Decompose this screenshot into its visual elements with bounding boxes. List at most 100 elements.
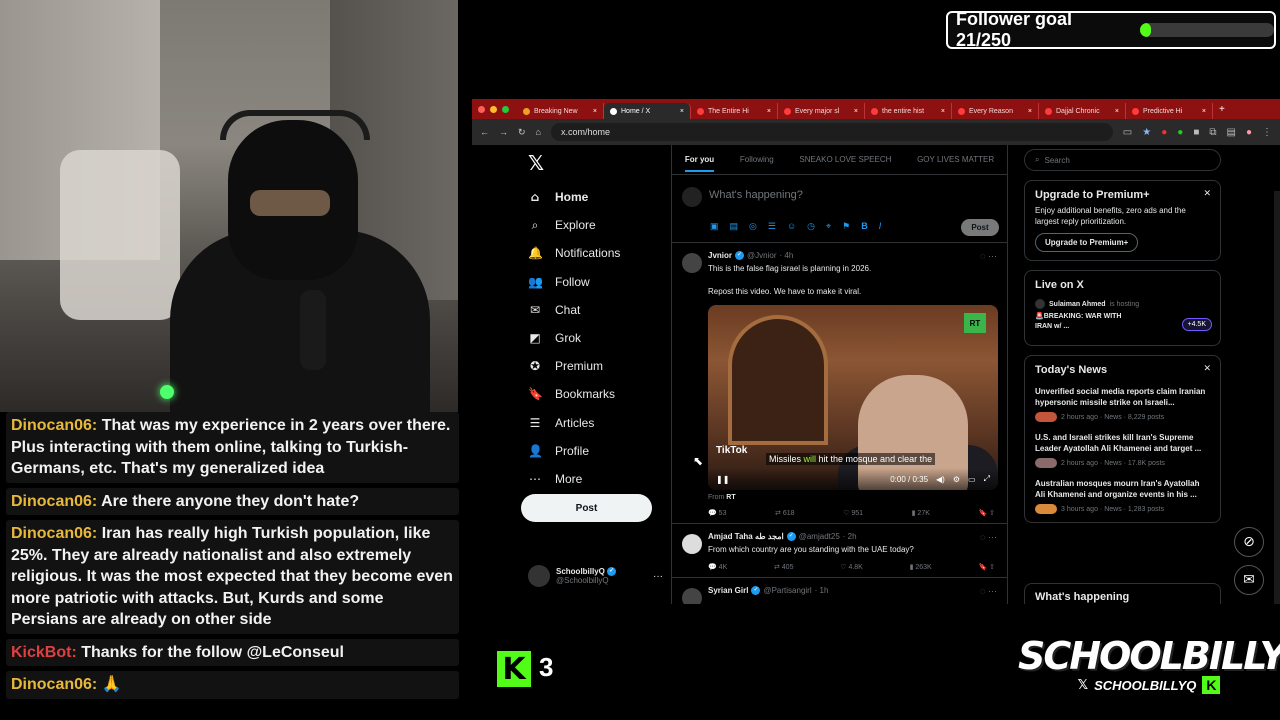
compose-post-button[interactable]: Post [961,219,999,236]
nav-articles[interactable]: ☰ Articles [520,409,660,437]
repost-button[interactable]: ⇄ 405 [774,563,794,571]
tweet-video[interactable]: RT TikTok Missiles will hit the mosque a… [708,305,998,490]
close-tab-icon[interactable]: × [767,108,771,115]
bookmark-star-icon[interactable]: ★ [1142,127,1151,138]
italic-icon[interactable]: I [879,221,882,232]
post-button[interactable]: Post [521,494,652,522]
reload-icon[interactable]: ↻ [518,127,526,138]
scrollbar[interactable] [1274,191,1280,604]
tweet-handle[interactable]: @amjadt25 [799,532,840,541]
tab-for-you[interactable]: For you [684,155,715,172]
forward-icon[interactable]: → [499,127,508,137]
media-icon[interactable]: ▣ [710,221,719,232]
volume-icon[interactable]: ◀) [936,475,945,484]
tweet-time[interactable]: · 4h [779,251,793,260]
tweet-handle[interactable]: @Jvnior [747,251,776,260]
compose-input[interactable]: What's happening? [709,189,803,201]
browser-tab[interactable]: The Entire Hi × [691,103,778,119]
back-icon[interactable]: ← [480,127,489,137]
nav-more[interactable]: ⋯ More [520,465,660,493]
tab-sneako-love-speech[interactable]: SNEAKO LOVE SPEECH [799,155,891,164]
extension-icon[interactable]: ● [1161,127,1167,138]
repost-button[interactable]: ⇄ 618 [775,509,795,517]
minimize-window-button[interactable] [490,105,497,113]
bookmark-icon[interactable]: 🔖 ⇧ [978,509,995,517]
location-icon[interactable]: ⌖ [826,221,831,232]
tweet-author[interactable]: Jvnior [708,251,732,260]
tab-following[interactable]: Following [740,155,774,164]
extension-icon[interactable]: ■ [1193,127,1199,138]
close-tab-icon[interactable]: × [593,108,597,115]
pip-icon[interactable]: ▭ [968,475,976,484]
maximize-window-button[interactable] [502,105,509,113]
reply-button[interactable]: 💬 4K [708,563,727,571]
more-icon[interactable]: ◌ ··· [980,251,997,261]
nav-explore[interactable]: ⌕ Explore [520,211,660,239]
tweet[interactable]: Amjad Taha امجد طه ✓ @amjadt25 · 2h ◌ ··… [672,524,1007,578]
tweet-time[interactable]: · 2h [843,532,857,541]
like-button[interactable]: ♡ 951 [843,509,863,517]
news-item[interactable]: U.S. and Israeli strikes kill Iran's Sup… [1035,432,1210,468]
source-name[interactable]: RT [726,494,735,501]
live-card[interactable]: Live on X Sulaiman Ahmed is hosting 🚨BRE… [1024,270,1221,346]
browser-tab[interactable]: the entire hist × [865,103,952,119]
menu-icon[interactable]: ⋮ [1262,127,1272,138]
settings-icon[interactable]: ⚙ [953,475,960,484]
extension-icon[interactable]: ● [1177,127,1183,138]
tweet-handle[interactable]: @Partisangirl [763,586,811,595]
nav-premium[interactable]: ✪ Premium [520,352,660,380]
fullscreen-icon[interactable]: ⤢ [984,474,990,484]
grok-icon[interactable]: ⊘ [1234,527,1264,557]
install-icon[interactable]: ▭ [1123,127,1132,138]
tweet[interactable]: Syrian Girl ✓ @Partisangirl · 1h ◌ ··· [672,578,1007,604]
account-switcher[interactable]: SchoolbillyQ ✓ @SchoolbillyQ ··· [528,565,663,587]
poll-icon[interactable]: ☰ [768,221,776,232]
messages-icon[interactable]: ✉ [1234,565,1264,595]
close-tab-icon[interactable]: × [1028,108,1032,115]
nav-home[interactable]: ⌂ Home [520,183,660,211]
nav-chat[interactable]: ✉ Chat [520,296,660,324]
close-tab-icon[interactable]: × [680,108,684,115]
whats-happening-card[interactable]: What's happening [1024,583,1221,604]
nav-grok[interactable]: ◩ Grok [520,324,660,352]
gif-icon[interactable]: ▤ [730,221,739,232]
bold-icon[interactable]: B [861,221,868,232]
close-window-button[interactable] [478,105,485,113]
close-tab-icon[interactable]: × [1115,108,1119,115]
close-tab-icon[interactable]: × [854,108,858,115]
flag-icon[interactable]: ⚑ [842,221,850,232]
address-field[interactable]: x.com/home [550,123,1113,141]
reply-button[interactable]: 💬 53 [708,509,726,517]
x-logo-icon[interactable]: 𝕏 [528,151,660,175]
schedule-icon[interactable]: ◷ [807,221,815,232]
new-tab-icon[interactable]: + [1219,104,1225,115]
tweet-author[interactable]: Syrian Girl [708,586,748,595]
more-icon[interactable]: ··· [653,571,663,582]
browser-tab[interactable]: Every Reason × [952,103,1039,119]
views-button[interactable]: ▮ 263K [910,563,932,571]
upgrade-premium-button[interactable]: Upgrade to Premium+ [1035,233,1139,252]
extensions-puzzle-icon[interactable]: ⧉ [1209,127,1216,138]
tweet-author[interactable]: Amjad Taha امجد طه [708,532,784,541]
browser-tab[interactable]: Breaking New × [517,103,604,119]
grok-icon[interactable]: ◎ [749,221,757,232]
more-icon[interactable]: ◌ ··· [980,532,997,542]
profile-icon[interactable]: ● [1246,127,1252,138]
tweet-time[interactable]: · 1h [815,586,829,595]
nav-profile[interactable]: 👤 Profile [520,437,660,465]
tab-goy-lives-matter[interactable]: GOY LIVES MATTER [917,155,994,164]
close-tab-icon[interactable]: × [941,108,945,115]
browser-tab[interactable]: Every major sl × [778,103,865,119]
more-icon[interactable]: ◌ ··· [980,586,997,596]
search-input[interactable]: ⌕ Search [1024,149,1221,171]
nav-bookmarks[interactable]: 🔖 Bookmarks [520,380,660,408]
home-icon[interactable]: ⌂ [536,127,541,137]
emoji-icon[interactable]: ☺ [787,221,796,232]
news-item[interactable]: Australian mosques mourn Iran's Ayatolla… [1035,478,1210,514]
tweet[interactable]: Jvnior ✓ @Jvnior · 4h ◌ ··· This is the … [672,243,1007,524]
nav-follow[interactable]: 👥 Follow [520,268,660,296]
bookmark-icon[interactable]: 🔖 ⇧ [978,563,995,571]
nav-notifications[interactable]: 🔔 Notifications [520,239,660,267]
close-tab-icon[interactable]: × [1202,108,1206,115]
close-icon[interactable]: ✕ [1203,363,1211,374]
